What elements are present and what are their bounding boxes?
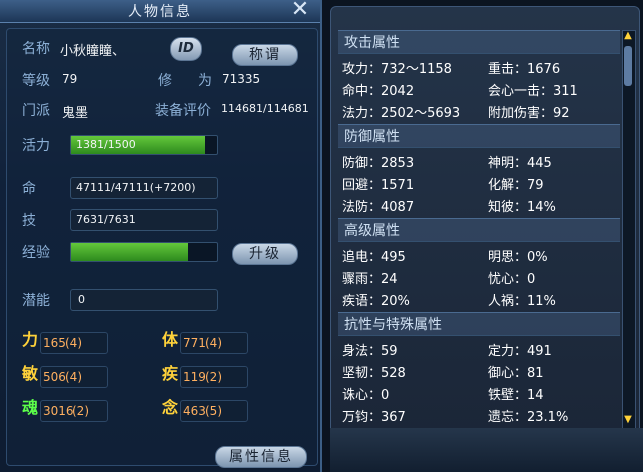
title-button[interactable]: 称谓: [232, 44, 298, 66]
attribute-bonus: (2): [205, 370, 222, 384]
stat-special: 诛心：0: [342, 388, 390, 403]
stat-special: 定力：491: [488, 344, 552, 359]
scrollbar-thumb[interactable]: [624, 46, 632, 86]
stat-advanced: 忧心：0: [488, 272, 536, 287]
name-label: 名称: [22, 41, 50, 57]
potential-value: 0: [78, 293, 85, 306]
cultivation-label-b: 为: [198, 73, 212, 89]
stat-attack: 命中：2042: [342, 84, 415, 99]
cultivation-value: 71335: [222, 72, 261, 86]
stat-defense: 神明：445: [488, 156, 552, 171]
close-button[interactable]: ✕: [289, 0, 311, 21]
attribute-value: 3016: [43, 404, 74, 418]
attribute-info-button[interactable]: 属性信息: [215, 446, 307, 468]
sect-value: 鬼墨: [62, 106, 89, 121]
attribute-value: 463: [183, 404, 206, 418]
stat-defense: 防御：2853: [342, 156, 415, 171]
attribute-name: 体: [162, 330, 179, 349]
stat-attack: 攻力：732～1158: [342, 62, 452, 77]
section-header-attack: 攻击属性: [338, 30, 620, 54]
exp-bar: [70, 242, 218, 262]
potential-box: [70, 289, 218, 311]
stat-defense: 知彼：14%: [488, 200, 556, 215]
attribute-name: 疾: [162, 364, 179, 383]
attribute-value-box: 463 (5): [180, 400, 248, 422]
stat-special: 遗忘：23.1%: [488, 410, 569, 425]
stat-attack: 法力：2502～5693: [342, 106, 461, 121]
exp-bar-fill: [71, 243, 188, 261]
section-header-defense: 防御属性: [338, 124, 620, 148]
attribute-name: 力: [22, 330, 39, 349]
skill-value: 7631/7631: [76, 213, 136, 226]
cultivation-label-a: 修: [158, 73, 172, 89]
hp-value: 47111/47111(+7200): [76, 181, 196, 194]
stat-special: 身法：59: [342, 344, 398, 359]
skill-label: 技: [22, 213, 36, 229]
attribute-value-box: 119 (2): [180, 366, 248, 388]
name-value: 小秋瞳瞳、: [60, 44, 126, 59]
attribute-value: 771: [183, 336, 206, 350]
stat-advanced: 疾语：20%: [342, 294, 410, 309]
stat-special: 御心：81: [488, 366, 544, 381]
background-game-scene: [330, 428, 643, 472]
stat-advanced: 人祸：11%: [488, 294, 556, 309]
attribute-bonus: (4): [65, 336, 82, 350]
stat-advanced: 追电：495: [342, 250, 406, 265]
stat-attack: 会心一击：311: [488, 84, 578, 99]
stat-special: 铁壁：14: [488, 388, 544, 403]
stat-advanced: 明思：0%: [488, 250, 548, 265]
attribute-bonus: (2): [72, 404, 89, 418]
attribute-value-box: 506 (4): [40, 366, 108, 388]
hp-label: 命: [22, 181, 36, 197]
stamina-label: 活力: [22, 138, 50, 154]
attribute-name: 念: [162, 398, 179, 417]
stat-defense: 化解：79: [488, 178, 544, 193]
stat-attack: 附加伤害：92: [488, 106, 570, 121]
stat-advanced: 骤雨：24: [342, 272, 398, 287]
attribute-value: 506: [43, 370, 66, 384]
section-header-advanced: 高级属性: [338, 218, 620, 242]
attribute-value-box: 165 (4): [40, 332, 108, 354]
gear-score-label: 装备评价: [155, 103, 211, 119]
attribute-value: 119: [183, 370, 206, 384]
sect-label: 门派: [22, 103, 50, 119]
attribute-value-box: 771 (4): [180, 332, 248, 354]
upgrade-button[interactable]: 升级: [232, 243, 298, 265]
stat-attack: 重击：1676: [488, 62, 561, 77]
scroll-down-icon[interactable]: ▼: [621, 414, 635, 428]
stat-defense: 回避：1571: [342, 178, 415, 193]
attribute-value-box: 3016 (2): [40, 400, 108, 422]
level-label: 等级: [22, 73, 50, 89]
scrollbar-track[interactable]: [622, 30, 636, 432]
attribute-bonus: (5): [205, 404, 222, 418]
stamina-value: 1381/1500: [76, 138, 136, 151]
exp-label: 经验: [22, 245, 50, 261]
stat-special: 坚韧：528: [342, 366, 406, 381]
attribute-bonus: (4): [205, 336, 222, 350]
attribute-value: 165: [43, 336, 66, 350]
stat-defense: 法防：4087: [342, 200, 415, 215]
scroll-up-icon[interactable]: ▲: [621, 30, 635, 44]
level-value: 79: [62, 72, 78, 86]
attribute-name: 敏: [22, 364, 39, 383]
window-title: 人物信息: [128, 4, 192, 20]
attribute-name: 魂: [22, 398, 39, 417]
gear-score-value: 114681/114681: [221, 102, 309, 115]
stat-special: 万钧：367: [342, 410, 406, 425]
character-info-panel: 人物信息 ✕ 名称 小秋瞳瞳、 ID 称谓 等级 79 修 为 71335 门派…: [0, 0, 322, 472]
section-header-special: 抗性与特殊属性: [338, 312, 620, 336]
attribute-bonus: (4): [65, 370, 82, 384]
id-badge-button[interactable]: ID: [170, 37, 202, 61]
potential-label: 潜能: [22, 293, 50, 309]
